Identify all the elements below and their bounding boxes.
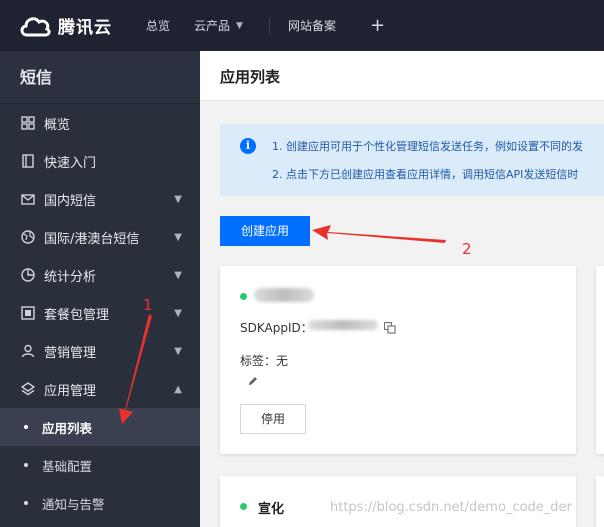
annotation-arrow-2: [312, 225, 446, 243]
annotation-label-1: 1: [143, 296, 153, 314]
annotation-label-2: 2: [462, 240, 472, 258]
annotation-arrow-1: [119, 314, 152, 424]
annotation-arrows: [119, 225, 446, 424]
